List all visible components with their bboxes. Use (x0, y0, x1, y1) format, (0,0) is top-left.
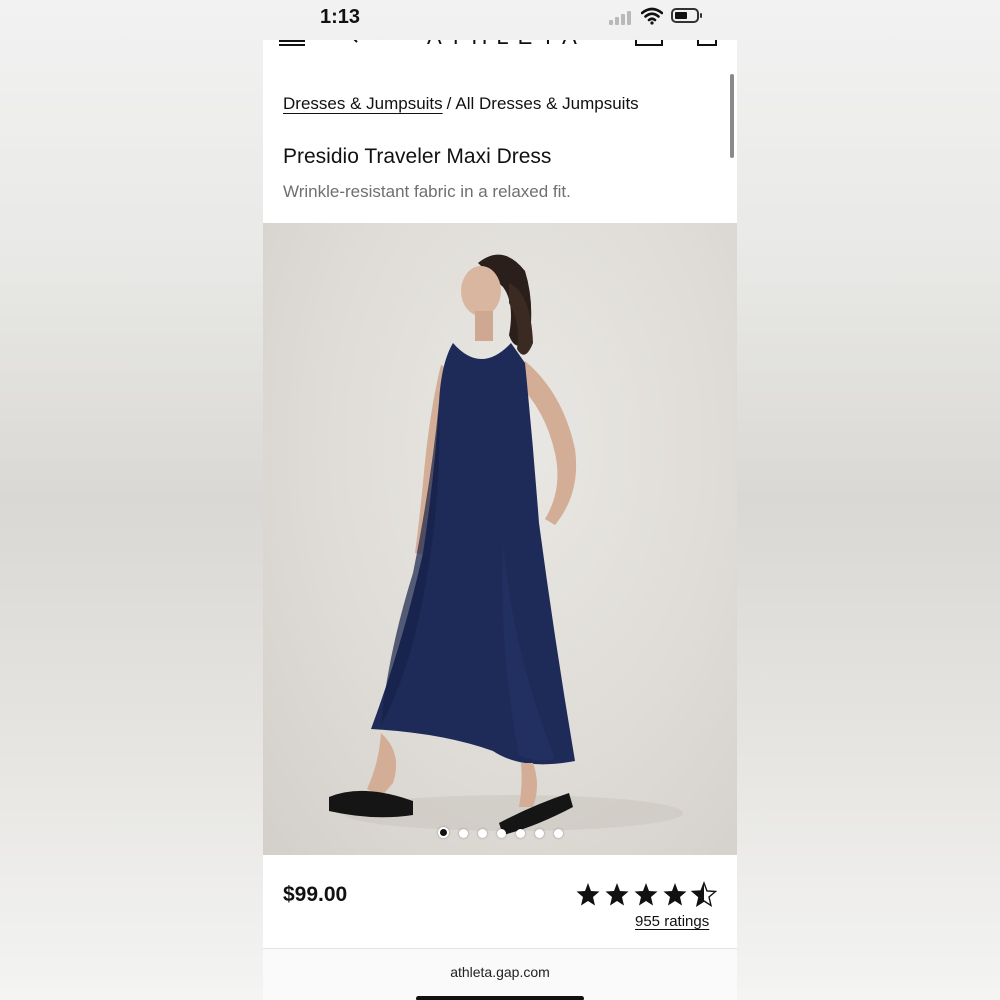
carousel-dot[interactable] (458, 829, 468, 838)
product-price: $99.00 (283, 883, 348, 906)
star-icon-half (691, 882, 717, 907)
carousel-dot[interactable] (515, 829, 525, 838)
menu-icon[interactable] (279, 40, 305, 46)
status-bar: 1:13 (0, 0, 1000, 40)
star-icon (634, 883, 658, 906)
status-time: 1:13 (320, 6, 361, 28)
breadcrumb-all-dresses: All Dresses & Jumpsuits (455, 94, 639, 113)
breadcrumb: Dresses & Jumpsuits / All Dresses & Jumpsu… (283, 94, 639, 114)
star-icon (663, 883, 687, 906)
product-image (329, 254, 683, 835)
rating-stars[interactable] (576, 880, 718, 910)
ratings-link[interactable]: 955 ratings (635, 913, 709, 930)
wifi-icon (641, 7, 663, 25)
carousel-dot[interactable] (477, 829, 487, 838)
product-subtitle: Wrinkle-resistant fabric in a relaxed fi… (283, 182, 571, 201)
product-page: ATHLETA Dresses & Jumpsuits/All Dresses … (263, 40, 737, 1000)
url-text[interactable]: athleta.gap.com (263, 964, 737, 980)
browser-url-bar[interactable]: athleta.gap.com (263, 949, 737, 1000)
site-header: ATHLETA (263, 40, 737, 50)
star-icon (576, 883, 600, 906)
account-icon[interactable] (635, 40, 663, 46)
carousel-dots (263, 827, 737, 839)
scrollbar[interactable] (730, 74, 734, 158)
athleta-logo[interactable]: ATHLETA (427, 40, 586, 50)
star-icon (605, 883, 629, 906)
carousel-dot[interactable] (437, 827, 449, 838)
breadcrumb-dresses-jumpsuits[interactable]: Dresses & Jumpsuits (283, 94, 443, 113)
carousel-dot[interactable] (534, 829, 544, 838)
product-image-carousel[interactable] (263, 223, 737, 855)
battery-icon (671, 8, 702, 23)
search-icon[interactable] (341, 40, 359, 44)
signal-icon (609, 9, 635, 25)
carousel-dot[interactable] (496, 829, 506, 838)
home-indicator (416, 996, 584, 1000)
product-title: Presidio Traveler Maxi Dress (283, 145, 552, 168)
bag-icon[interactable] (697, 40, 717, 46)
carousel-dot[interactable] (553, 829, 563, 838)
breadcrumb-separator: / (446, 94, 452, 113)
